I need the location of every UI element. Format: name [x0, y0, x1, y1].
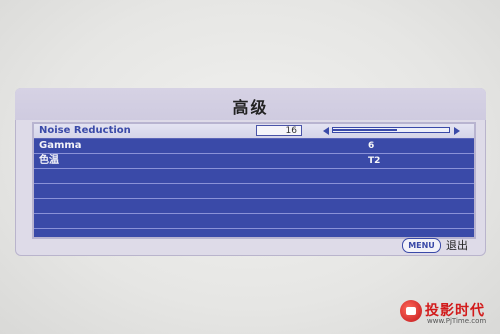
row-gamma[interactable]: Gamma 6 — [34, 139, 474, 154]
osd-footer: MENU 退出 — [15, 237, 486, 256]
gamma-label: Gamma — [39, 140, 82, 151]
row-noise-reduction[interactable]: Noise Reduction 16 — [34, 124, 474, 139]
noise-reduction-value: 16 — [256, 125, 302, 136]
osd-title: 高级 — [232, 98, 269, 117]
exit-label: 退出 — [446, 239, 468, 252]
camera-icon — [400, 300, 422, 322]
empty-row — [34, 214, 474, 229]
slider-fill — [333, 129, 397, 131]
settings-panel: Noise Reduction 16 Gamma 6 色温 T2 — [32, 122, 476, 239]
color-temperature-label: 色温 — [39, 155, 59, 166]
osd-title-bar: 高级 — [15, 88, 486, 120]
watermark-logo: 投影时代 www.PjTime.com — [400, 297, 496, 331]
noise-reduction-slider[interactable] — [332, 127, 450, 133]
noise-reduction-label: Noise Reduction — [39, 125, 131, 136]
watermark-url: www.PjTime.com — [427, 317, 487, 325]
color-temperature-value: T2 — [368, 156, 381, 166]
osd-menu: 高级 Noise Reduction 16 Gamma 6 色温 T2 MENU… — [15, 88, 486, 256]
empty-row — [34, 199, 474, 214]
increase-arrow-icon[interactable] — [454, 127, 460, 135]
empty-row — [34, 184, 474, 199]
gamma-value: 6 — [368, 141, 375, 151]
empty-row — [34, 169, 474, 184]
decrease-arrow-icon[interactable] — [323, 127, 329, 135]
row-color-temperature[interactable]: 色温 T2 — [34, 154, 474, 169]
menu-button[interactable]: MENU — [402, 238, 441, 253]
